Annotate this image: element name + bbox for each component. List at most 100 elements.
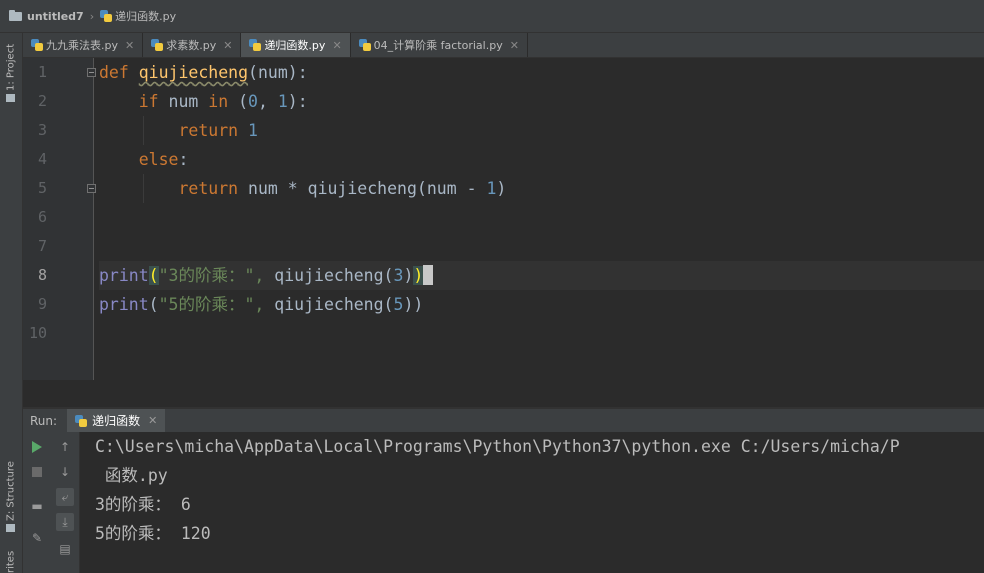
editor-tabs: 九九乘法表.py ✕ 求素数.py ✕ 递归函数.py ✕ 04_计算阶乘 fa…: [23, 33, 984, 58]
line-number-gutter: 1 2 3 4 5 6 7 8 9 10: [23, 58, 96, 380]
tab-multiplication-table[interactable]: 九九乘法表.py ✕: [23, 33, 144, 57]
code-text: (: [228, 92, 249, 111]
breadcrumb-project[interactable]: untitled7: [27, 10, 84, 23]
code-text: )): [403, 295, 424, 314]
soft-wrap-button[interactable]: ⤶: [56, 488, 74, 506]
code-text: ): [403, 266, 414, 285]
run-tab-recursion[interactable]: 递归函数 ✕: [67, 409, 166, 432]
favorites-tool-label: rites: [5, 550, 17, 573]
fold-icon[interactable]: [87, 184, 96, 193]
layout-button[interactable]: ▬: [28, 497, 46, 515]
keyword-else: else: [138, 150, 179, 169]
breadcrumb-separator-icon: ›: [89, 9, 95, 23]
code-editor[interactable]: 1 2 3 4 5 6 7 8 9 10 def qiujiecheng(num…: [23, 58, 984, 380]
builtin-print: print: [99, 266, 149, 285]
number-literal: 1: [248, 121, 258, 140]
number-literal: 1: [277, 92, 288, 111]
run-tab-label: 递归函数: [92, 414, 141, 428]
matched-brace: ): [413, 266, 424, 285]
line-number: 2: [37, 92, 47, 110]
keyword-in: in: [208, 92, 229, 111]
number-literal: 1: [486, 179, 497, 198]
tab-factorial[interactable]: 04_计算阶乘 factorial.py ✕: [351, 33, 528, 57]
structure-tool-icon: [6, 524, 16, 532]
pin-icon: ✎: [31, 531, 43, 545]
project-tool-label: 1: Project: [5, 43, 17, 91]
code-line-3: return 1: [99, 116, 984, 145]
python-icon: [75, 414, 88, 427]
line-number: 6: [37, 208, 47, 226]
keyword-return: return: [178, 121, 239, 140]
close-icon[interactable]: ✕: [223, 39, 232, 52]
line-number-current: 8: [37, 266, 47, 284]
console-line: 函数.py: [95, 466, 168, 485]
left-tool-strip: 1: Project Z: Structure rites: [0, 33, 23, 573]
stop-button[interactable]: [28, 463, 46, 481]
print-button[interactable]: ▤: [56, 540, 74, 558]
tab-recursion[interactable]: 递归函数.py ✕: [241, 33, 351, 57]
text-caret: [423, 265, 434, 285]
close-icon[interactable]: ✕: [148, 414, 157, 427]
close-icon[interactable]: ✕: [510, 39, 519, 52]
folder-icon: [9, 9, 22, 21]
run-label: Run:: [30, 413, 58, 428]
tab-label: 04_计算阶乘 factorial.py: [373, 39, 503, 52]
scroll-to-end-icon: ⤓: [62, 514, 68, 529]
stop-icon: [32, 467, 42, 477]
builtin-print: print: [99, 295, 149, 314]
structure-tool-label: Z: Structure: [5, 461, 17, 521]
structure-tool-tab[interactable]: Z: Structure: [0, 453, 22, 535]
breadcrumb-file[interactable]: 递归函数.py: [115, 8, 176, 24]
project-tool-tab[interactable]: 1: Project: [0, 41, 22, 105]
line-number: 5: [37, 179, 47, 197]
code-line-4: else:: [99, 145, 984, 174]
printer-icon: ▤: [59, 542, 71, 556]
code-line-1: def qiujiecheng(num):: [99, 58, 984, 87]
code-line-8-current: print("3的阶乘：", qiujiecheng(3)): [99, 261, 984, 290]
fold-icon[interactable]: [87, 68, 96, 77]
console-line: 3的阶乘： 6: [95, 495, 191, 514]
arrow-down-icon: ↓: [59, 465, 71, 479]
code-text: qiujiecheng(: [274, 295, 394, 314]
keyword-if: if: [138, 92, 159, 111]
line-number: 4: [37, 150, 47, 168]
run-console[interactable]: C:\Users\micha\AppData\Local\Programs\Py…: [80, 432, 984, 573]
line-number: 10: [28, 324, 47, 342]
layout-icon: ▬: [31, 499, 43, 513]
close-icon[interactable]: ✕: [125, 39, 134, 52]
pin-button[interactable]: ✎: [28, 529, 46, 547]
string-literal: "3的阶乘：",: [158, 266, 275, 285]
number-literal: 3: [393, 266, 404, 285]
code-text: ,: [257, 92, 278, 111]
line-number: 1: [37, 63, 47, 81]
code-text: ):: [287, 92, 308, 111]
tab-label: 九九乘法表.py: [46, 39, 118, 52]
play-icon: [32, 441, 42, 453]
scroll-up-button[interactable]: ↑: [56, 438, 74, 456]
code-text: num: [158, 92, 209, 111]
python-file-icon: [31, 39, 43, 51]
code-text: qiujiecheng(: [274, 266, 394, 285]
line-number: 7: [37, 237, 47, 255]
tab-primes[interactable]: 求素数.py ✕: [143, 33, 242, 57]
scroll-down-button[interactable]: ↓: [56, 463, 74, 481]
tab-label: 递归函数.py: [264, 39, 326, 52]
code-text: ): [496, 179, 507, 198]
code-line-9: print("5的阶乘：", qiujiecheng(5)): [99, 290, 984, 319]
panel-splitter[interactable]: [23, 380, 984, 408]
number-literal: 0: [248, 92, 258, 111]
code-text: (num):: [248, 63, 308, 82]
code-text: num * qiujiecheng(num -: [238, 179, 487, 198]
function-name: qiujiecheng: [138, 63, 249, 82]
code-text: (: [148, 295, 159, 314]
run-toolbar: ↑ ↓ ⤶ ▬ ⤓ ✎ ▤: [23, 432, 80, 573]
rerun-button[interactable]: [28, 438, 46, 456]
close-icon[interactable]: ✕: [332, 39, 341, 52]
number-literal: 5: [393, 295, 404, 314]
favorites-tool-tab[interactable]: rites: [0, 545, 22, 573]
python-file-icon: [358, 39, 371, 51]
python-file-icon: [100, 10, 113, 22]
scroll-to-end-button[interactable]: ⤓: [56, 513, 74, 531]
